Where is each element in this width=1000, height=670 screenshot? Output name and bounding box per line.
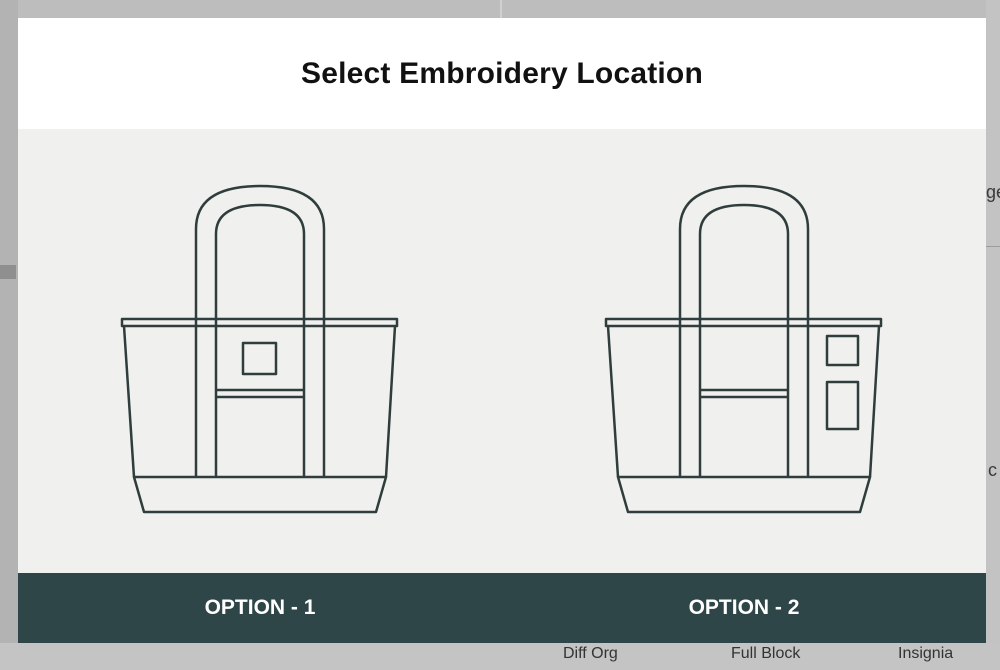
bag-body-sides	[122, 325, 397, 478]
background-text-fragment: ge	[986, 182, 1000, 202]
bag-rim	[120, 317, 399, 328]
options-footer: OPTION - 1 OPTION - 2	[18, 573, 986, 643]
background-style-label: Full Block	[731, 645, 801, 662]
bag-body-sides	[606, 325, 881, 478]
option-1-card[interactable]	[18, 129, 502, 573]
bag-base	[132, 475, 388, 514]
background-left-column	[0, 0, 18, 670]
tote-bag-option-1-illustration	[120, 184, 399, 514]
background-bottom-strip	[0, 643, 1000, 670]
bag-handle-inner	[698, 203, 790, 477]
bag-handle-inner	[214, 203, 306, 477]
embroidery-location-modal: Select Embroidery Location OPTION - 1 OP…	[18, 18, 986, 643]
background-style-label: Insignia	[898, 645, 954, 662]
modal-title: Select Embroidery Location	[301, 57, 703, 90]
background-style-label: Diff Org	[563, 645, 618, 662]
bag-rim	[604, 317, 883, 328]
background-thumbnail	[0, 265, 16, 279]
background-divider-line	[986, 246, 1000, 247]
tote-bag-option-2-illustration	[604, 184, 883, 514]
option-2-button[interactable]: OPTION - 2	[502, 573, 986, 643]
bag-strap-crossbar	[216, 388, 304, 399]
option-1-button[interactable]: OPTION - 1	[18, 573, 502, 643]
embroidery-patch-side-bottom	[825, 380, 860, 431]
embroidery-patch-center	[241, 341, 278, 376]
bag-base	[616, 475, 872, 514]
background-text-fragment: c	[988, 460, 997, 480]
background-divider	[500, 0, 502, 20]
option-2-card[interactable]	[502, 129, 986, 573]
embroidery-patch-side-top	[825, 334, 860, 367]
bag-strap-crossbar	[700, 388, 788, 399]
background-right-column	[986, 0, 1000, 670]
modal-header: Select Embroidery Location	[18, 18, 986, 129]
